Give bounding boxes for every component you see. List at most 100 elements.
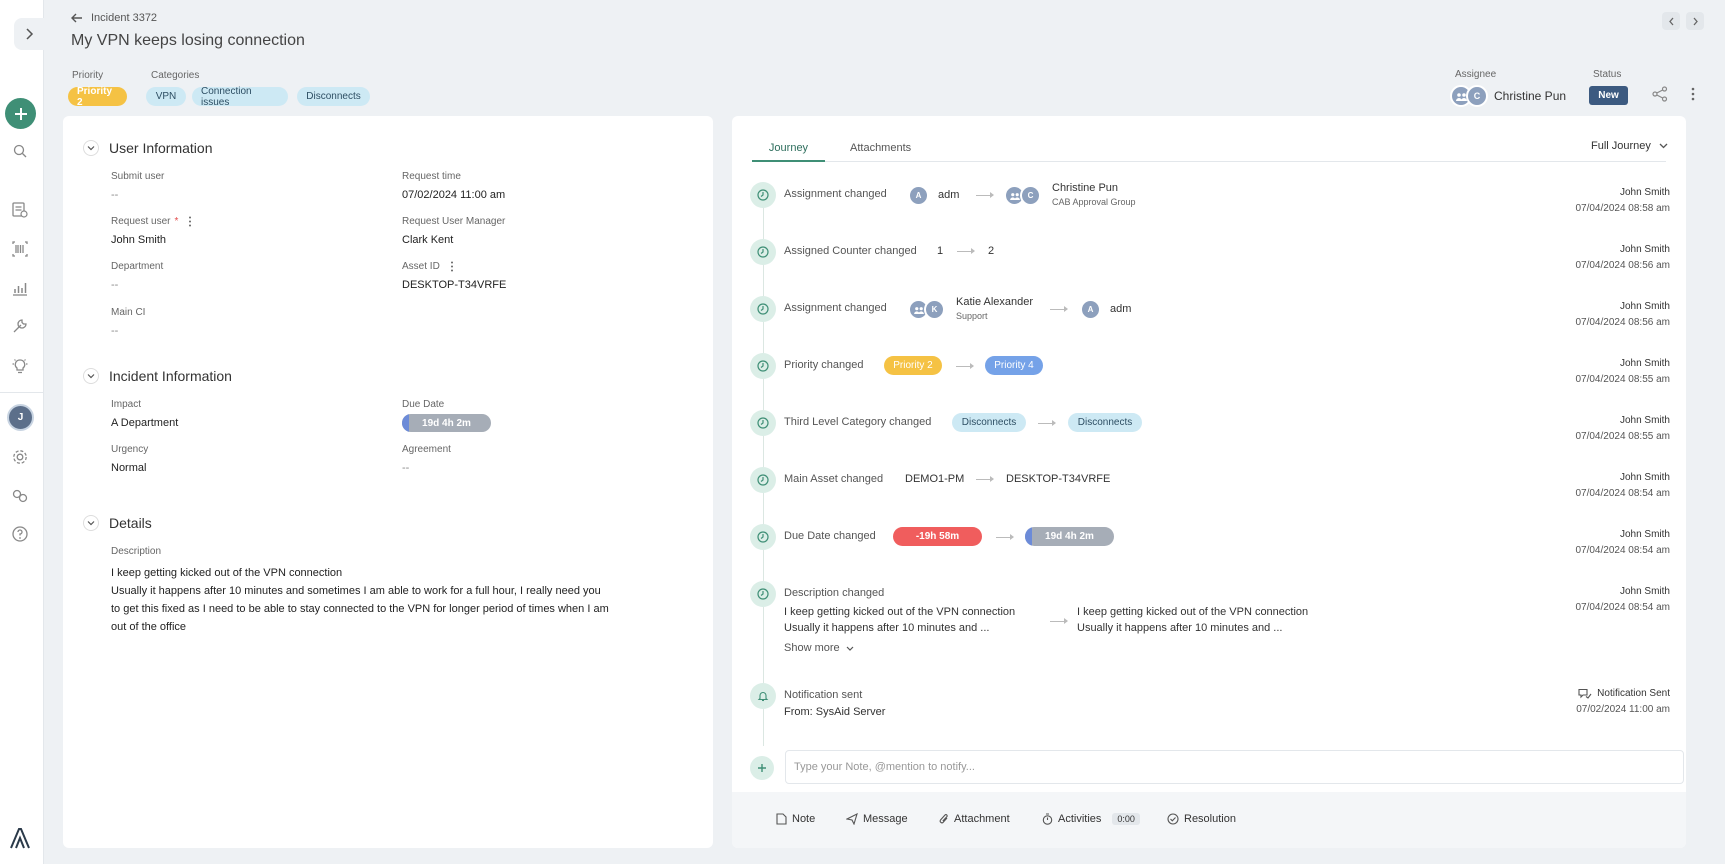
- details-section-header[interactable]: Details: [83, 515, 152, 531]
- app-logo-icon: [8, 826, 32, 850]
- attachment-action-button[interactable]: Attachment: [939, 813, 1010, 825]
- resolution-action-button[interactable]: Resolution: [1167, 813, 1236, 825]
- submit-user-label: Submit user: [111, 171, 165, 182]
- clock-icon: [750, 410, 776, 436]
- entry-time: 07/04/2024 08:54 am: [1575, 602, 1670, 613]
- user-avatar: C: [1020, 185, 1041, 206]
- page-title: My VPN keeps losing connection: [71, 32, 305, 49]
- due-progress-fill: [402, 414, 409, 432]
- description-line: Usually it happens after 10 minutes and …: [111, 585, 601, 597]
- request-user-value[interactable]: John Smith: [111, 234, 166, 246]
- tab-journey[interactable]: Journey: [752, 142, 825, 162]
- note-input[interactable]: [785, 750, 1684, 784]
- lightbulb-icon[interactable]: [10, 356, 30, 376]
- tools-icon[interactable]: [10, 316, 30, 336]
- entry-user: John Smith: [1619, 358, 1670, 369]
- barcode-icon[interactable]: [10, 239, 30, 259]
- note-composer: [750, 750, 1684, 786]
- categories-label: Categories: [151, 70, 200, 81]
- entry-user: John Smith: [1619, 187, 1670, 198]
- entry-title: Priority changed: [784, 359, 864, 371]
- incident-info-section-header[interactable]: Incident Information: [83, 368, 232, 384]
- manager-value[interactable]: Clark Kent: [402, 234, 453, 246]
- journey-entry: Assignment changed A adm C Christine Pun…: [750, 182, 1670, 238]
- analytics-icon[interactable]: [10, 278, 30, 298]
- show-more-link[interactable]: Show more: [784, 642, 854, 654]
- entry-time: 07/04/2024 08:54 am: [1575, 488, 1670, 499]
- share-icon[interactable]: [1652, 86, 1668, 102]
- arrow-icon: [976, 476, 994, 482]
- entry-title: Assignment changed: [784, 188, 887, 200]
- description-text[interactable]: I keep getting kicked out of the VPN con…: [111, 564, 651, 636]
- more-options-icon[interactable]: [1690, 86, 1696, 102]
- urgency-value[interactable]: Normal: [111, 462, 146, 474]
- submit-user-value[interactable]: --: [111, 189, 118, 201]
- user-avatar[interactable]: J: [7, 404, 34, 431]
- journey-entry: Due Date changed -19h 58m 19d 4h 2m John…: [750, 524, 1670, 580]
- action-label: Activities: [1058, 813, 1102, 825]
- service-records-icon[interactable]: [10, 200, 30, 220]
- add-note-button[interactable]: [750, 756, 774, 780]
- tab-attachments[interactable]: Attachments: [850, 142, 911, 160]
- asset-value[interactable]: DESKTOP-T34VRFE: [402, 279, 506, 291]
- settings-gear-icon[interactable]: [10, 447, 30, 467]
- expand-sidebar-button[interactable]: [14, 18, 44, 50]
- incident-number[interactable]: Incident 3372: [91, 12, 157, 24]
- group-icon: [1455, 92, 1467, 101]
- incident-details-panel: User Information Submit user -- Request …: [63, 116, 713, 848]
- arrow-icon: [1038, 420, 1056, 426]
- kebab-menu-icon[interactable]: [188, 216, 192, 227]
- category-chip[interactable]: Disconnects: [297, 87, 370, 106]
- bell-icon: [750, 683, 776, 709]
- group-icon: [1009, 192, 1020, 200]
- kebab-menu-icon[interactable]: [450, 261, 454, 272]
- category-chip[interactable]: VPN: [146, 87, 186, 106]
- chevron-right-icon: [26, 28, 34, 40]
- asset-label: Asset ID: [402, 261, 440, 272]
- activities-timer: 0:00: [1112, 813, 1140, 825]
- entry-from: adm: [938, 189, 960, 201]
- entry-to-group: CAB Approval Group: [1052, 197, 1136, 207]
- required-mark: *: [174, 216, 179, 227]
- due-date-value: 19d 4h 2m: [422, 417, 471, 429]
- next-incident-button[interactable]: [1686, 12, 1704, 30]
- note-action-button[interactable]: Note: [776, 813, 815, 825]
- entry-from-line: I keep getting kicked out of the VPN con…: [784, 606, 1016, 618]
- impact-value[interactable]: A Department: [111, 417, 178, 429]
- main-ci-label: Main CI: [111, 307, 146, 318]
- entry-title: Main Asset changed: [784, 473, 884, 485]
- due-date-pill[interactable]: 19d 4h 2m: [402, 414, 491, 432]
- integrations-icon[interactable]: [10, 486, 30, 506]
- agreement-value[interactable]: --: [402, 462, 409, 474]
- journey-entry: Assignment changed K Katie Alexander Sup…: [750, 296, 1670, 352]
- request-time-value[interactable]: 07/02/2024 11:00 am: [402, 189, 505, 201]
- rail-divider: [0, 392, 44, 393]
- category-chip[interactable]: Connection issues: [192, 86, 288, 108]
- section-title: Details: [109, 515, 152, 531]
- clock-icon: [750, 581, 776, 607]
- impact-label: Impact: [111, 399, 142, 410]
- description-label: Description: [111, 546, 162, 557]
- previous-incident-button[interactable]: [1662, 12, 1680, 30]
- activities-action-button[interactable]: Activities 0:00: [1042, 813, 1140, 825]
- priority-chip[interactable]: Priority 2: [68, 86, 127, 108]
- entry-from: 1: [937, 245, 944, 257]
- entry-user: John Smith: [1619, 472, 1670, 483]
- entry-from: DEMO1-PM: [905, 473, 965, 485]
- user-info-section-header[interactable]: User Information: [83, 140, 212, 156]
- message-action-button[interactable]: Message: [846, 813, 908, 825]
- status-badge[interactable]: New: [1589, 86, 1628, 105]
- main-ci-value[interactable]: --: [111, 325, 118, 337]
- search-icon[interactable]: [10, 141, 30, 161]
- description-line: to get this fixed as I need to be able t…: [111, 603, 609, 615]
- entry-title: Due Date changed: [784, 530, 876, 542]
- agreement-label: Agreement: [402, 444, 451, 455]
- back-arrow-icon[interactable]: [71, 13, 83, 23]
- assignee-field[interactable]: C Christine Pun: [1450, 85, 1566, 107]
- create-new-button[interactable]: [5, 98, 36, 129]
- entry-from-group: Support: [956, 311, 988, 321]
- help-icon[interactable]: [10, 524, 30, 544]
- journey-entry: Assigned Counter changed 1 2 John Smith …: [750, 239, 1670, 295]
- department-value[interactable]: --: [111, 279, 118, 291]
- journey-filter-dropdown[interactable]: Full Journey: [1591, 140, 1668, 152]
